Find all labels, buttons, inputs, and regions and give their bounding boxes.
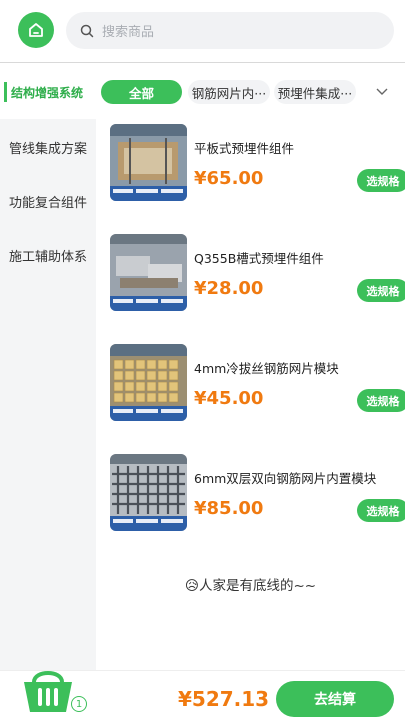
product-image bbox=[110, 344, 187, 421]
select-spec-button[interactable]: 选规格 bbox=[357, 499, 405, 522]
home-icon bbox=[29, 23, 43, 37]
product-item[interactable]: 平板式预埋件组件 ¥65.00 选规格 bbox=[110, 124, 405, 204]
product-price: ¥85.00 bbox=[194, 498, 264, 519]
select-spec-button[interactable]: 选规格 bbox=[357, 169, 405, 192]
sidebar-item-construction[interactable]: 施工辅助体系 bbox=[0, 246, 96, 265]
search-placeholder: 搜索商品 bbox=[102, 25, 155, 40]
cart-button[interactable] bbox=[20, 660, 76, 716]
chip-embedded-parts[interactable]: 预埋件集成··· bbox=[274, 80, 356, 104]
product-name: 平板式预埋件组件 bbox=[194, 141, 295, 156]
active-indicator bbox=[4, 82, 7, 102]
top-bar: 搜索商品 bbox=[0, 0, 405, 62]
product-name: 4mm冷拔丝钢筋网片模块 bbox=[194, 361, 339, 376]
search-input[interactable]: 搜索商品 bbox=[66, 12, 394, 49]
cart-total: ¥527.13 bbox=[178, 687, 270, 711]
product-image bbox=[110, 234, 187, 311]
checkout-button[interactable]: 去结算 bbox=[276, 681, 394, 717]
main-category-active[interactable]: 结构增强系统 bbox=[4, 80, 94, 104]
product-item[interactable]: 6mm双层双向钢筋网片内置模块 ¥85.00 选规格 bbox=[110, 454, 405, 534]
sidebar-item-function[interactable]: 功能复合组件 bbox=[0, 192, 96, 211]
product-price: ¥28.00 bbox=[194, 278, 264, 299]
sidebar: 管线集成方案 功能复合组件 施工辅助体系 bbox=[0, 119, 96, 670]
product-price: ¥65.00 bbox=[194, 168, 264, 189]
search-icon bbox=[80, 24, 94, 37]
main-category-label: 结构增强系统 bbox=[11, 85, 84, 100]
select-spec-button[interactable]: 选规格 bbox=[357, 389, 405, 412]
sidebar-item-pipeline[interactable]: 管线集成方案 bbox=[0, 138, 96, 157]
product-image bbox=[110, 124, 187, 201]
product-price: ¥45.00 bbox=[194, 388, 264, 409]
list-end-text: 😥人家是有底线的~~ bbox=[184, 578, 317, 594]
product-name: Q355B槽式预埋件组件 bbox=[194, 251, 324, 266]
home-button[interactable] bbox=[18, 12, 54, 48]
product-name: 6mm双层双向钢筋网片内置模块 bbox=[194, 471, 377, 486]
chip-all[interactable]: 全部 bbox=[101, 80, 182, 104]
select-spec-button[interactable]: 选规格 bbox=[357, 279, 405, 302]
chevron-down-icon[interactable] bbox=[374, 85, 390, 99]
product-item[interactable]: 4mm冷拔丝钢筋网片模块 ¥45.00 选规格 bbox=[110, 344, 405, 424]
product-item[interactable]: Q355B槽式预埋件组件 ¥28.00 选规格 bbox=[110, 234, 405, 314]
chip-rebar-mesh[interactable]: 钢筋网片内··· bbox=[188, 80, 270, 104]
cart-count-badge: 1 bbox=[71, 696, 87, 712]
basket-icon bbox=[24, 671, 72, 712]
product-image bbox=[110, 454, 187, 531]
